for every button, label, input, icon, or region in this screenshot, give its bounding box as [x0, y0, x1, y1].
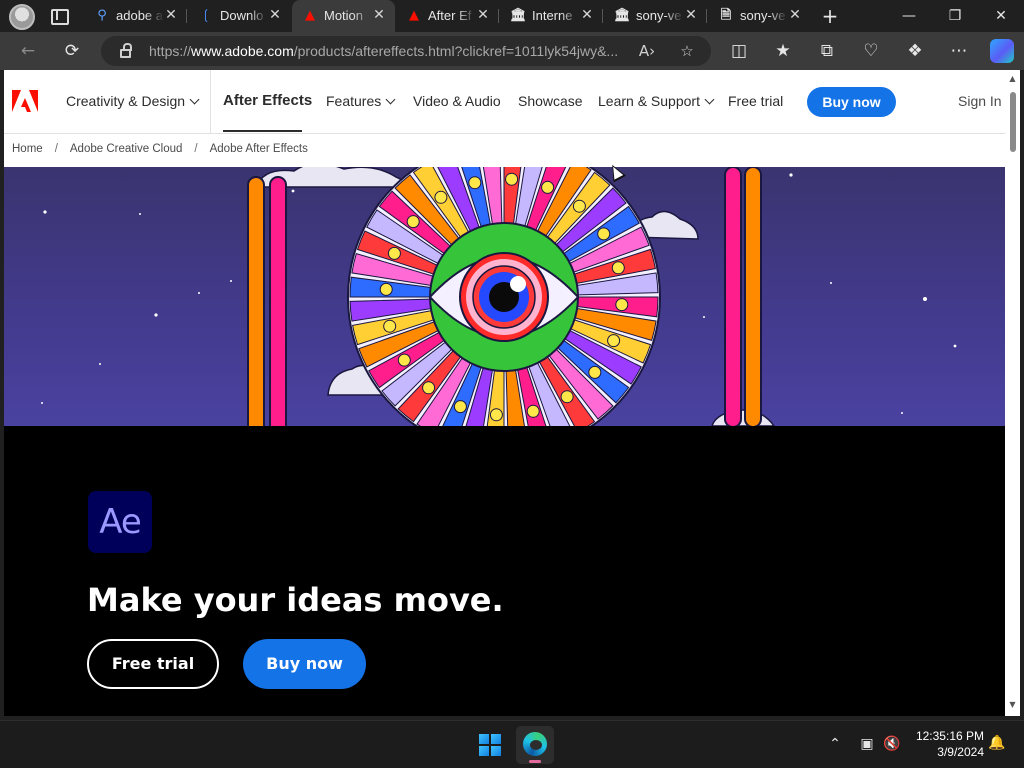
- archive-icon: 🏛: [510, 8, 527, 23]
- nav-learn-support[interactable]: Learn & Support: [598, 93, 715, 109]
- tab-actions-icon[interactable]: [49, 7, 69, 25]
- close-icon[interactable]: ✕: [579, 7, 595, 23]
- address-bar[interactable]: https://www.adobe.com/products/aftereffe…: [101, 36, 711, 66]
- tab-label: Interne: [532, 8, 573, 23]
- page-icon: 🗎: [720, 8, 732, 23]
- close-icon[interactable]: ✕: [683, 7, 699, 23]
- notification-bell-icon[interactable]: 🔔: [988, 735, 1005, 753]
- tab-label: sony-ve: [740, 8, 786, 23]
- hero-illustration: [41, 167, 957, 426]
- tab-label: Downlo: [220, 8, 264, 23]
- clock-date: 3/9/2024: [937, 745, 984, 759]
- nav-video-audio[interactable]: Video & Audio: [413, 93, 501, 109]
- chevron-down-icon: [385, 94, 396, 105]
- more-menu-icon[interactable]: ⋯: [947, 39, 971, 63]
- back-button[interactable]: ←: [16, 39, 40, 63]
- profile-avatar-icon[interactable]: [9, 4, 35, 30]
- breadcrumb-home[interactable]: Home: [12, 143, 43, 155]
- copilot-icon[interactable]: [990, 39, 1014, 63]
- refresh-button[interactable]: ⟳: [60, 39, 84, 63]
- clock-time: 12:35:16 PM: [915, 729, 984, 743]
- chevron-down-icon: [704, 94, 715, 105]
- favorite-star-icon[interactable]: ☆: [677, 41, 697, 61]
- browser-essentials-icon[interactable]: ♡: [859, 39, 883, 63]
- tab-sony-vegas-archive[interactable]: 🏛 sony-ve ✕: [604, 0, 707, 32]
- nav-free-trial[interactable]: Free trial: [728, 93, 783, 109]
- adobe-icon: ▲: [305, 8, 315, 23]
- tab-after-effects[interactable]: ▲ After Ef ✕: [396, 0, 499, 32]
- edge-icon: [523, 732, 547, 756]
- breadcrumb: Home / Adobe Creative Cloud / Adobe After Ef…: [12, 143, 308, 155]
- archive-icon: 🏛: [614, 8, 631, 23]
- nav-features[interactable]: Features: [326, 93, 396, 109]
- free-trial-button[interactable]: Free trial: [87, 639, 219, 689]
- close-icon[interactable]: ✕: [787, 7, 803, 23]
- url-text[interactable]: https://www.adobe.com/products/aftereffe…: [149, 43, 629, 59]
- tab-label: adobe a: [116, 8, 163, 23]
- volume-muted-icon[interactable]: 🔇: [882, 734, 902, 754]
- browser-tab-strip: ⚲ adobe a ✕ ❲ Downlo ✕ ▲ Motion ✕ ▲ Afte…: [0, 0, 1024, 32]
- active-nav-underline: [223, 130, 302, 132]
- edge-taskbar-button[interactable]: [516, 726, 554, 764]
- nav-after-effects[interactable]: After Effects: [223, 92, 312, 109]
- tab-adobe-search[interactable]: ⚲ adobe a ✕: [84, 0, 187, 32]
- search-icon: ⚲: [97, 8, 107, 23]
- hero-artwork: [4, 167, 1005, 426]
- split-screen-icon[interactable]: ◫: [727, 39, 751, 63]
- collections-icon[interactable]: ⧉: [815, 39, 839, 63]
- chevron-up-icon[interactable]: ⌃: [825, 734, 845, 754]
- nav-creativity-design[interactable]: Creativity & Design: [66, 93, 200, 109]
- new-tab-button[interactable]: +: [819, 5, 841, 27]
- hero-headline: Make your ideas move.: [87, 581, 504, 619]
- tab-sony-vegas-page[interactable]: 🗎 sony-ve ✕: [708, 0, 811, 32]
- windows-taskbar: ⌃ ▣ 🔇 12:35:16 PM 3/9/2024 🔔: [0, 720, 1024, 768]
- breadcrumb-current[interactable]: Adobe After Effects: [210, 143, 308, 155]
- tab-download[interactable]: ❲ Downlo ✕: [188, 0, 291, 32]
- breadcrumb-creative-cloud[interactable]: Adobe Creative Cloud: [70, 143, 183, 155]
- close-icon[interactable]: ✕: [371, 7, 387, 23]
- browser-toolbar: ← ⟳ https://www.adobe.com/products/after…: [0, 32, 1024, 70]
- restore-button[interactable]: ❐: [932, 0, 978, 32]
- adobe-logo-icon[interactable]: [12, 90, 38, 112]
- tab-label: Motion: [324, 8, 364, 23]
- hero-content: Ae Make your ideas move. Free trial Buy …: [4, 426, 1005, 716]
- tab-label: After Ef: [428, 8, 472, 23]
- lock-icon[interactable]: [120, 43, 132, 58]
- close-icon[interactable]: ✕: [475, 7, 491, 23]
- nav-buy-now-button[interactable]: Buy now: [807, 87, 896, 117]
- adobe-global-nav: Creativity & Design After Effects Featur…: [4, 70, 1005, 134]
- page-scrollbar[interactable]: ▲ ▼: [1005, 70, 1020, 716]
- download-site-icon: ❲: [200, 8, 212, 23]
- network-icon[interactable]: ▣: [857, 734, 877, 754]
- windows-start-icon[interactable]: [479, 734, 501, 756]
- chevron-down-icon: [189, 94, 200, 105]
- close-icon[interactable]: ✕: [267, 7, 283, 23]
- web-page-viewport: Creativity & Design After Effects Featur…: [4, 70, 1005, 716]
- tab-motion-active[interactable]: ▲ Motion ✕: [292, 0, 395, 32]
- scrollbar-thumb[interactable]: [1010, 92, 1016, 152]
- system-clock[interactable]: 12:35:16 PM 3/9/2024: [906, 728, 984, 760]
- favorites-icon[interactable]: ★: [771, 39, 795, 63]
- extensions-icon[interactable]: ❖: [903, 39, 927, 63]
- nav-showcase[interactable]: Showcase: [518, 93, 583, 109]
- close-icon[interactable]: ✕: [163, 7, 179, 23]
- read-aloud-icon[interactable]: A›: [637, 41, 657, 61]
- eye-illustration: [428, 222, 580, 372]
- adobe-icon: ▲: [409, 8, 419, 23]
- buy-now-button[interactable]: Buy now: [243, 639, 366, 689]
- window-close-button[interactable]: ✕: [978, 0, 1024, 32]
- sign-in-link[interactable]: Sign In: [958, 93, 1002, 109]
- after-effects-app-icon: Ae: [88, 491, 152, 553]
- tab-internet-archive[interactable]: 🏛 Interne ✕: [500, 0, 603, 32]
- tab-label: sony-ve: [636, 8, 682, 23]
- minimize-button[interactable]: —: [886, 0, 932, 32]
